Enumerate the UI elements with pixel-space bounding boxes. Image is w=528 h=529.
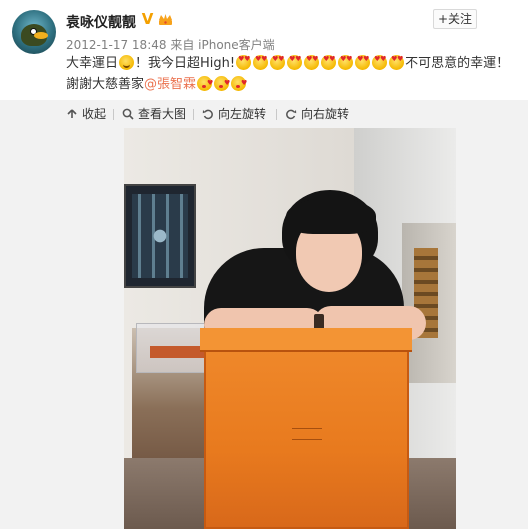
heart-eyes-emoji-icon xyxy=(355,55,371,70)
collapse-arrow-icon xyxy=(67,109,77,118)
follow-button-label: +关注 xyxy=(437,12,473,26)
heart-eyes-emoji-icon xyxy=(389,55,405,70)
post-photo[interactable] xyxy=(124,128,456,529)
rotate-right-button[interactable]: 向右旋转 xyxy=(285,100,349,128)
rotate-left-label: 向左旋转 xyxy=(218,107,267,121)
smile-emoji-icon xyxy=(119,55,135,70)
kiss-emoji-icon xyxy=(231,74,247,92)
toolbar-divider xyxy=(113,109,114,120)
media-toolbar: 收起 查看大图 向左旋转 向右旋转 xyxy=(0,100,528,128)
post-text-line-2: 謝謝大慈善家@張智霖 xyxy=(66,74,247,94)
post-source[interactable]: 来自 iPhone客户端 xyxy=(170,38,274,52)
heart-eyes-emoji-icon xyxy=(236,55,252,70)
mention-link[interactable]: @張智霖 xyxy=(144,77,196,92)
follow-button[interactable]: +关注 xyxy=(433,9,477,29)
post-timestamp[interactable]: 2012-1-17 18:48 xyxy=(66,38,167,52)
media-area xyxy=(0,128,528,529)
view-large-label: 查看大图 xyxy=(138,107,187,121)
post-text-line-2-text: 謝謝大慈善家 xyxy=(66,77,145,92)
toolbar-divider xyxy=(276,109,277,120)
verified-v-icon[interactable]: V xyxy=(139,11,156,28)
heart-eyes-emoji-icon xyxy=(287,55,303,70)
crown-badge-icon[interactable] xyxy=(158,13,173,26)
heart-eyes-emoji-icon xyxy=(304,55,320,70)
toolbar-divider xyxy=(193,109,194,120)
rotate-left-button[interactable]: 向左旋转 xyxy=(202,100,266,128)
username-link[interactable]: 袁咏仪靓靓 xyxy=(66,12,136,32)
post-text-line-1: 大幸運日 ！我今日超High! 不可思意的幸運！ xyxy=(66,55,509,73)
kiss-emoji-icon xyxy=(197,74,213,92)
post-text-part-2: ！我今日超High! xyxy=(135,56,236,71)
photo-box-logo xyxy=(292,428,322,440)
kiss-emoji-icon xyxy=(214,74,230,92)
avatar-duck-beak xyxy=(34,32,48,39)
post-meta: 2012-1-17 18:48 来自 iPhone客户端 xyxy=(66,36,275,53)
weibo-post-header: 袁咏仪靓靓 V +关注 2012-1-17 18:48 来自 iPhone客户端… xyxy=(0,0,528,100)
heart-eyes-emoji-icon xyxy=(253,55,269,70)
rotate-right-label: 向右旋转 xyxy=(301,107,350,121)
post-text-part-1: 大幸運日 xyxy=(66,56,119,71)
magnifier-icon xyxy=(122,108,134,120)
heart-eyes-emoji-icon xyxy=(321,55,337,70)
collapse-label: 收起 xyxy=(82,107,107,121)
rotate-left-icon xyxy=(202,109,213,120)
rotate-right-icon xyxy=(286,109,297,120)
photo-person-bangs xyxy=(286,198,376,234)
avatar[interactable] xyxy=(12,10,56,54)
photo-shelf-items xyxy=(150,346,206,358)
photo-orange-box-lid xyxy=(200,328,412,352)
post-text-part-3: 不可思意的幸運！ xyxy=(405,56,510,71)
view-large-button[interactable]: 查看大图 xyxy=(122,100,186,128)
heart-eyes-emoji-icon xyxy=(372,55,388,70)
heart-eyes-emoji-icon xyxy=(338,55,354,70)
heart-eyes-emoji-icon xyxy=(270,55,286,70)
collapse-button[interactable]: 收起 xyxy=(66,100,106,128)
photo-framed-scarf xyxy=(124,184,196,288)
